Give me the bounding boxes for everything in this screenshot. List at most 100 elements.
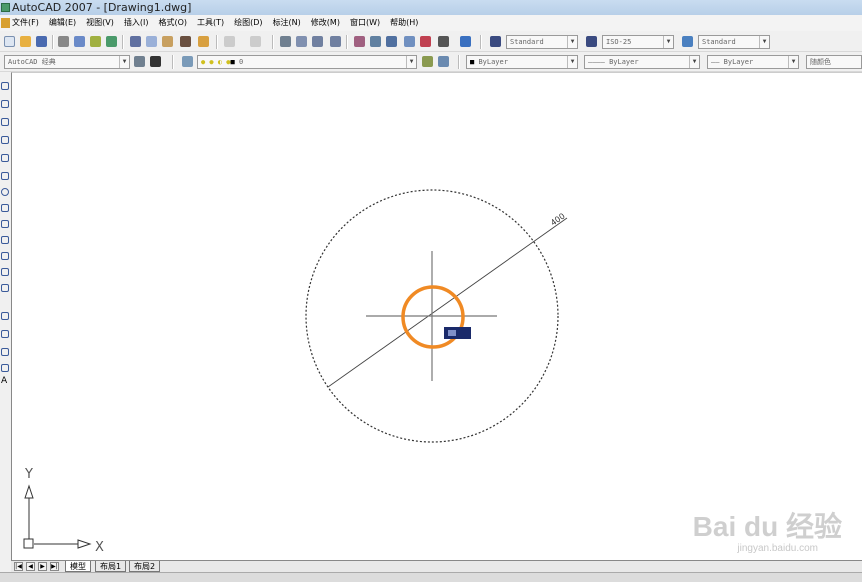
hatch-icon[interactable] (1, 312, 9, 320)
mtext-icon[interactable]: A (1, 376, 7, 386)
open-icon[interactable] (20, 36, 31, 47)
polygon-icon[interactable] (1, 136, 9, 144)
color-select[interactable]: ■ ByLayer ▼ (466, 55, 578, 69)
rectangle-icon[interactable] (1, 154, 9, 162)
arc-icon[interactable] (1, 172, 9, 180)
zoom-window-icon[interactable] (312, 36, 323, 47)
ucs-x-arrow (77, 539, 92, 549)
window-title: AutoCAD 2007 - [Drawing1.dwg] (12, 1, 192, 14)
tab-layout1[interactable]: 布局1 (95, 561, 127, 572)
tool-palettes-icon[interactable] (386, 36, 397, 47)
insert-block-icon[interactable] (1, 268, 9, 276)
drawing-canvas[interactable]: 400 Y X (11, 72, 862, 560)
match-properties-icon[interactable] (180, 36, 191, 47)
dim-style-select[interactable]: ISO-25 ▼ (602, 35, 674, 49)
tab-layout2[interactable]: 布局2 (129, 561, 161, 572)
ucs-origin (23, 538, 34, 549)
last-tab-button[interactable]: ▶| (50, 562, 59, 571)
gradient-icon[interactable] (1, 330, 9, 338)
ellipse-arc-icon[interactable] (1, 252, 9, 260)
construction-line-icon[interactable] (1, 100, 9, 108)
layer-manager-icon[interactable] (182, 56, 193, 67)
spline-icon[interactable] (1, 220, 9, 228)
menu-file[interactable]: 文件(F) (12, 15, 39, 31)
tab-model[interactable]: 模型 (65, 561, 91, 572)
first-tab-button[interactable]: |◀ (14, 562, 23, 571)
watermark-logo: Bai du 经验 (692, 511, 842, 542)
new-icon[interactable] (4, 36, 15, 47)
circle-icon[interactable] (1, 188, 9, 196)
layers-properties-toolbar: AutoCAD 经典 ▼ ● ● ◐ ●■ 0 ▼ ■ ByLayer ▼ ———— … (0, 52, 862, 72)
menu-edit[interactable]: 编辑(E) (49, 15, 76, 31)
diameter-dimension-line (327, 217, 568, 388)
text-style-icon[interactable] (490, 36, 501, 47)
ucs-x-label: X (95, 540, 104, 555)
region-icon[interactable] (1, 348, 9, 356)
ucs-y-arrow (24, 484, 34, 499)
layer-select[interactable]: ● ● ◐ ●■ 0 ▼ (197, 55, 417, 69)
help-icon[interactable] (460, 36, 471, 47)
layer-on-icon: ● ● ◐ ● (201, 58, 231, 66)
redo-icon[interactable] (250, 36, 261, 47)
menu-format[interactable]: 格式(O) (158, 15, 187, 31)
text-style-select[interactable]: Standard ▼ (506, 35, 578, 49)
workspace-select[interactable]: AutoCAD 经典 ▼ (4, 55, 130, 69)
revcloud-icon[interactable] (1, 204, 9, 212)
linetype-select[interactable]: ———— ByLayer ▼ (584, 55, 700, 69)
paste-icon[interactable] (162, 36, 173, 47)
layout-tab-bar: |◀ ◀ ▶ ▶| 模型 布局1 布局2 (11, 560, 862, 572)
ucs-y-label: Y (24, 467, 33, 482)
make-current-layer-icon[interactable] (422, 56, 433, 67)
lineweight-select[interactable]: —— ByLayer ▼ (707, 55, 799, 69)
menu-bar: 文件(F) 编辑(E) 视图(V) 插入(I) 格式(O) 工具(T) 绘图(D… (0, 15, 862, 31)
table-style-select[interactable]: Standard ▼ (698, 35, 770, 49)
layer-previous-icon[interactable] (438, 56, 449, 67)
pan-icon[interactable] (280, 36, 291, 47)
next-tab-button[interactable]: ▶ (38, 562, 47, 571)
workspace-settings-icon[interactable] (134, 56, 145, 67)
preview-icon[interactable] (74, 36, 85, 47)
document-icon[interactable] (1, 18, 10, 28)
web-icon[interactable] (106, 36, 117, 47)
menu-insert[interactable]: 插入(I) (124, 15, 149, 31)
polyline-icon[interactable] (1, 118, 9, 126)
standard-toolbar: Standard ▼ ISO-25 ▼ Standard ▼ (0, 32, 862, 52)
zoom-realtime-icon[interactable] (296, 36, 307, 47)
autocad-app-icon (1, 3, 10, 12)
draw-toolbar: A (0, 72, 11, 562)
prev-tab-button[interactable]: ◀ (26, 562, 35, 571)
undo-icon[interactable] (224, 36, 235, 47)
dim-style-icon[interactable] (586, 36, 597, 47)
print-icon[interactable] (58, 36, 69, 47)
plotstyle-select[interactable]: 随颜色 (806, 55, 862, 69)
properties-icon[interactable] (354, 36, 365, 47)
menu-tools[interactable]: 工具(T) (197, 15, 224, 31)
markup-icon[interactable] (420, 36, 431, 47)
table-icon[interactable] (1, 364, 9, 372)
dimension-text: 400 (549, 212, 567, 228)
sheet-set-icon[interactable] (404, 36, 415, 47)
status-bar (0, 572, 862, 582)
design-center-icon[interactable] (370, 36, 381, 47)
cut-icon[interactable] (130, 36, 141, 47)
workspace-save-icon[interactable] (150, 56, 161, 67)
calculator-icon[interactable] (438, 36, 449, 47)
watermark-url: jingyan.baidu.com (737, 543, 818, 554)
save-icon[interactable] (36, 36, 47, 47)
layer-color-icon: ■ (230, 58, 239, 66)
menu-help[interactable]: 帮助(H) (390, 15, 418, 31)
make-block-icon[interactable] (1, 284, 9, 292)
copy-icon[interactable] (146, 36, 157, 47)
publish-icon[interactable] (90, 36, 101, 47)
line-icon[interactable] (1, 82, 9, 90)
menu-draw[interactable]: 绘图(D) (234, 15, 262, 31)
ellipse-icon[interactable] (1, 236, 9, 244)
menu-modify[interactable]: 修改(M) (311, 15, 340, 31)
menu-dimension[interactable]: 标注(N) (273, 15, 301, 31)
zoom-previous-icon[interactable] (330, 36, 341, 47)
block-editor-icon[interactable] (198, 36, 209, 47)
table-style-icon[interactable] (682, 36, 693, 47)
title-bar: AutoCAD 2007 - [Drawing1.dwg] (0, 0, 862, 15)
menu-window[interactable]: 窗口(W) (350, 15, 380, 31)
menu-view[interactable]: 视图(V) (86, 15, 114, 31)
